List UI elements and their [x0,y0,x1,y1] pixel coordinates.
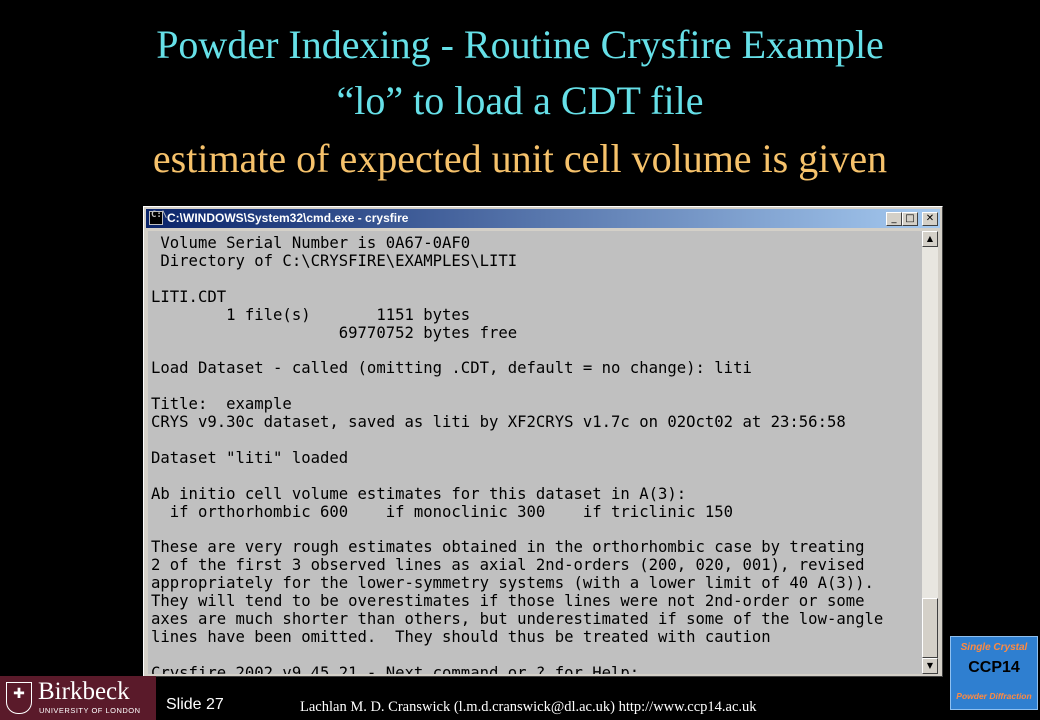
close-icon: ✕ [925,213,935,224]
arrow-up-icon: ▲ [926,234,934,243]
minimize-button[interactable]: _ [886,212,902,226]
scroll-down-button[interactable]: ▼ [922,658,938,674]
window-title: C:\WINDOWS\System32\cmd.exe - crysfire [167,211,409,225]
birkbeck-subtitle: UNIVERSITY OF LONDON [39,706,141,715]
scroll-up-button[interactable]: ▲ [922,231,938,247]
scroll-thumb[interactable] [922,598,938,658]
console-text: Volume Serial Number is 0A67-0AF0 Direct… [151,234,884,674]
window-titlebar[interactable]: C:\ C:\WINDOWS\System32\cmd.exe - crysfi… [146,209,940,228]
crest-icon: ✚ [6,682,32,714]
slide-subtitle-2: estimate of expected unit cell volume is… [152,136,888,181]
console-output[interactable]: Volume Serial Number is 0A67-0AF0 Direct… [148,231,922,674]
slide-number: Slide 27 [166,696,224,713]
slide-subtitle: “lo” to load a CDT file [336,78,704,123]
ccp14-line2: CCP14 [968,659,1020,676]
cmd-window[interactable]: C:\ C:\WINDOWS\System32\cmd.exe - crysfi… [143,206,943,677]
birkbeck-name: Birkbeck [38,678,130,705]
vertical-scrollbar[interactable]: ▲ ▼ [922,231,938,674]
arrow-down-icon: ▼ [926,661,934,670]
footer-credit: Lachlan M. D. Cranswick (l.m.d.cranswick… [300,699,757,715]
close-button[interactable]: ✕ [922,212,938,226]
cmd-icon[interactable]: C:\ [149,210,167,225]
ccp14-line1: Single Crystal [960,642,1028,653]
maximize-icon: □ [905,213,915,224]
slide-title: Powder Indexing - Routine Crysfire Examp… [156,22,884,67]
minimize-icon: _ [891,213,897,224]
ccp14-line3: Powder Diffraction [956,691,1032,701]
maximize-button[interactable]: □ [902,212,918,226]
birkbeck-logo: ✚ Birkbeck UNIVERSITY OF LONDON [0,676,156,720]
ccp14-logo: Single Crystal CCP14 Powder Diffraction [950,636,1038,710]
